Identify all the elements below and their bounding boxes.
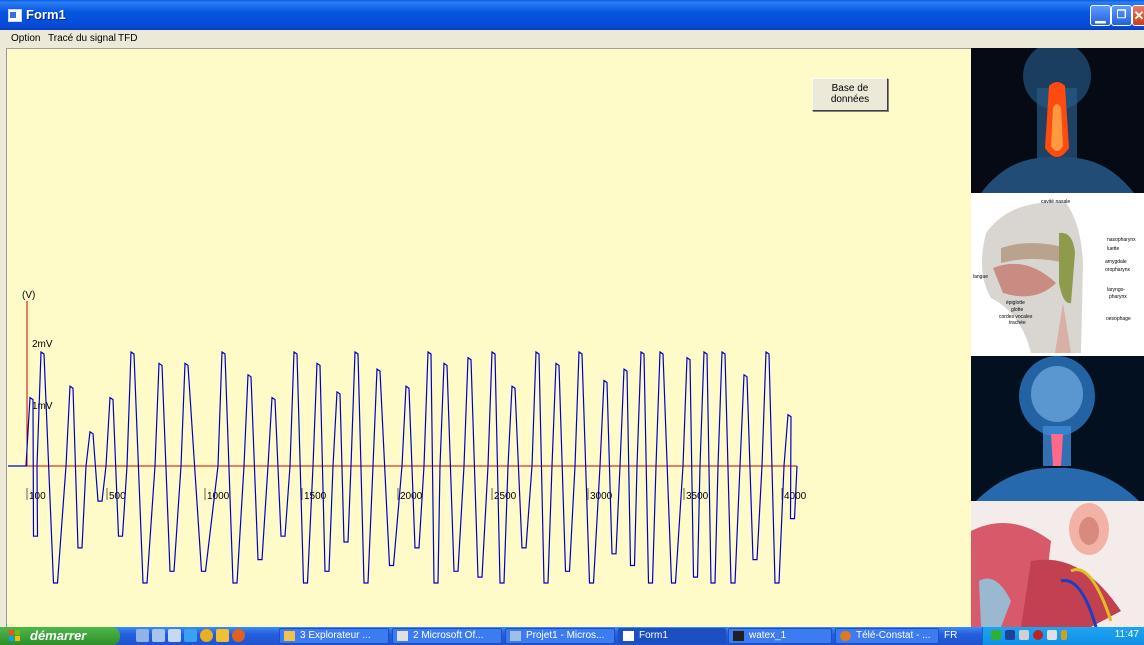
start-button[interactable]: démarrer [0, 627, 120, 645]
tray-antivirus-icon[interactable] [1033, 630, 1043, 640]
task-explorer[interactable]: 3 Explorateur ... [279, 628, 389, 644]
windows-flag-icon [9, 630, 20, 641]
task-label: 2 Microsoft Of... [413, 630, 484, 641]
x-tick-label: 3000 [590, 491, 613, 502]
y-tick-label: 1mV [32, 401, 53, 412]
quicklaunch-window-icon[interactable] [168, 629, 181, 642]
tray-signal-icon[interactable] [1019, 630, 1029, 640]
anatomy-label: amygdale [1105, 259, 1127, 265]
database-button[interactable]: Base de données [812, 78, 888, 111]
form-icon [623, 631, 634, 641]
task-watex[interactable]: watex_1 [728, 628, 832, 644]
task-projet1[interactable]: Projet1 - Micros... [505, 628, 615, 644]
taskbar: démarrer 3 Explorateur ... 2 Microsoft O… [0, 627, 1144, 645]
x-tick-label: 2500 [494, 491, 517, 502]
anatomy-label: langue [973, 274, 988, 280]
tray-app-icon[interactable] [991, 630, 1001, 640]
pharynx-diagram-image: cavité nasale nasopharynx luette amygdal… [971, 193, 1144, 356]
quicklaunch-ie-icon[interactable] [184, 629, 197, 642]
x-tick-label: 2000 [400, 491, 423, 502]
close-button[interactable]: ✕ [1132, 5, 1144, 26]
browser-icon [840, 631, 851, 641]
task-label: Projet1 - Micros... [526, 630, 605, 641]
taskbar-clock: 11:47 [1114, 629, 1139, 640]
anatomy-label: nasopharynx [1107, 237, 1136, 243]
minimize-button[interactable]: ▁ [1090, 5, 1111, 26]
anatomy-label: épiglotte [1006, 300, 1025, 306]
task-label: Form1 [639, 630, 668, 641]
quicklaunch-firefox-icon[interactable] [232, 629, 245, 642]
minimize-icon: ▁ [1095, 8, 1106, 23]
anatomy-label: pharynx [1109, 294, 1127, 300]
anatomy-label: trachée [1009, 320, 1026, 326]
quicklaunch-app-icon[interactable] [216, 629, 229, 642]
task-label: 3 Explorateur ... [300, 630, 371, 641]
anatomy-label: oropharynx [1105, 267, 1131, 273]
sm-icon [733, 631, 744, 641]
anatomy-label: cavité nasale [1041, 199, 1070, 205]
volume-icon[interactable] [1047, 630, 1057, 640]
quicklaunch-explorer-icon[interactable] [152, 629, 165, 642]
task-office[interactable]: 2 Microsoft Of... [392, 628, 502, 644]
ear-throat-image [971, 501, 1144, 627]
office-icon [397, 631, 408, 641]
task-form1[interactable]: Form1 [618, 628, 726, 644]
tray-usb-icon[interactable] [1061, 630, 1067, 640]
quicklaunch-chrome-icon[interactable] [200, 629, 213, 642]
x-tick-label: 3500 [686, 491, 709, 502]
start-label: démarrer [30, 628, 87, 643]
language-indicator[interactable]: FR [944, 630, 957, 641]
system-tray: 11:47 [982, 627, 1144, 645]
anatomy-label: laryngo- [1107, 287, 1125, 293]
tray-network-icon[interactable] [1005, 630, 1015, 640]
task-tele-constat[interactable]: Télé-Constat - ... [835, 628, 939, 644]
close-icon: ✕ [1133, 8, 1144, 23]
throat-xray-image [971, 48, 1144, 193]
restore-button[interactable]: ❐ [1111, 5, 1132, 26]
y-tick-label: 2mV [32, 339, 53, 350]
folder-icon [284, 631, 295, 641]
task-label: watex_1 [749, 630, 787, 641]
anatomy-label: luette [1107, 246, 1119, 252]
signal-series-line [8, 350, 798, 584]
body-xray-image [971, 356, 1144, 501]
quicklaunch-desktop-icon[interactable] [136, 629, 149, 642]
anatomy-label: oesophage [1106, 316, 1131, 322]
y-axis-label: (V) [22, 290, 35, 301]
anatomy-label: glotte [1011, 307, 1023, 313]
x-tick-label: 1000 [207, 491, 230, 502]
anatomy-image-panel: cavité nasale nasopharynx luette amygdal… [971, 48, 1144, 627]
vb-icon [510, 631, 521, 641]
restore-icon: ❐ [1116, 9, 1127, 21]
task-label: Télé-Constat - ... [856, 630, 931, 641]
